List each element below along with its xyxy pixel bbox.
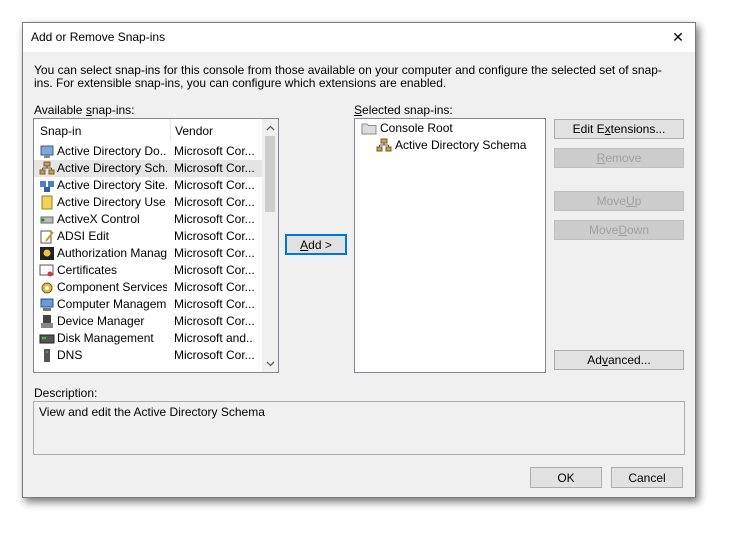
window-title: Add or Remove Snap-ins (31, 30, 166, 44)
snapin-vendor: Microsoft Cor... (174, 161, 254, 175)
list-item[interactable]: Active Directory Use... Microsoft Cor... (34, 194, 262, 211)
device-manager-icon (41, 315, 53, 328)
dns-icon (44, 349, 50, 362)
computer-management-icon (40, 298, 54, 311)
snapin-vendor: Microsoft Cor... (174, 144, 254, 158)
snapin-name: DNS (57, 348, 83, 362)
chevron-up-icon (266, 125, 274, 130)
list-item[interactable]: DNS Microsoft Cor... (34, 347, 262, 364)
list-item[interactable]: Active Directory Do... Microsoft Cor... (34, 143, 262, 160)
move-down-button[interactable]: Move Down (554, 220, 684, 240)
disk-management-icon (39, 334, 55, 344)
available-snapins-list[interactable]: Snap-in Vendor Active Directory Do... Mic… (33, 118, 279, 373)
ad-schema-icon (39, 161, 55, 175)
snapin-name: Device Manager (57, 314, 145, 328)
selected-snapins-label: Selected snap-ins: (354, 103, 453, 117)
list-item[interactable]: ADSI Edit Microsoft Cor... (34, 228, 262, 245)
ad-domains-icon (40, 145, 54, 158)
scroll-thumb[interactable] (265, 136, 275, 212)
list-item[interactable]: Component Services Microsoft Cor... (34, 279, 262, 296)
scroll-up-button[interactable] (262, 119, 278, 136)
close-button[interactable]: ✕ (661, 23, 695, 52)
component-services-icon (41, 282, 53, 294)
edit-extensions-button[interactable]: Edit Ex tensions... (554, 119, 684, 139)
description-box: View and edit the Active Directory Schem… (33, 401, 685, 455)
move-up-button[interactable]: Move Up (554, 191, 684, 211)
snapin-vendor: Microsoft Cor... (174, 314, 254, 328)
list-item[interactable]: Device Manager Microsoft Cor... (34, 313, 262, 330)
list-item[interactable]: Authorization Manager Microsoft Cor... (34, 245, 262, 262)
snapin-vendor: Microsoft Cor... (174, 348, 254, 362)
available-snapins-label: Available snap-ins: (34, 103, 135, 117)
snapin-vendor: Microsoft Cor... (174, 263, 254, 277)
list-item[interactable]: Computer Managem... Microsoft Cor... (34, 296, 262, 313)
list-item[interactable]: ActiveX Control Microsoft Cor... (34, 211, 262, 228)
list-item[interactable]: Active Directory Sch... Microsoft Cor... (34, 160, 262, 177)
authorization-icon (40, 247, 54, 260)
remove-button[interactable]: Remove (554, 148, 684, 168)
chevron-down-icon (266, 361, 274, 366)
list-item[interactable]: Active Directory Site... Microsoft Cor... (34, 177, 262, 194)
list-item[interactable]: Disk Management Microsoft and... (34, 330, 262, 347)
snapin-name: Active Directory Do... (57, 144, 167, 158)
list-item[interactable]: Certificates Microsoft Cor... (34, 262, 262, 279)
activex-icon (40, 216, 54, 224)
snapin-vendor: Microsoft Cor... (174, 212, 254, 226)
scroll-down-button[interactable] (262, 355, 278, 372)
snapin-name: ADSI Edit (57, 229, 110, 243)
snapins-dialog: Add or Remove Snap-ins ✕ You can select … (22, 22, 696, 498)
description-text: View and edit the Active Directory Schem… (39, 405, 265, 419)
snapin-name: ActiveX Control (57, 212, 140, 226)
snapin-vendor: Microsoft Cor... (174, 297, 254, 311)
snapin-name: Computer Managem... (57, 297, 167, 311)
snapin-name: Authorization Manager (57, 246, 167, 260)
snapin-name: Active Directory Use... (57, 195, 167, 209)
advanced-button[interactable]: Ad v anced... (554, 350, 684, 370)
column-header-vendor[interactable]: Vendor (175, 119, 213, 142)
list-scrollbar[interactable] (262, 119, 278, 372)
snapin-name: Active Directory Sch... (57, 161, 167, 175)
close-icon: ✕ (672, 29, 684, 45)
snapin-vendor: Microsoft Cor... (174, 246, 254, 260)
ok-button[interactable]: OK (530, 467, 602, 488)
snapin-vendor: Microsoft Cor... (174, 229, 254, 243)
snapin-name: Disk Management (57, 331, 154, 345)
title-bar: Add or Remove Snap-ins ✕ (23, 23, 695, 52)
intro-text: You can select snap-ins for this console… (34, 63, 662, 90)
ad-sites-icon (40, 181, 54, 192)
cancel-button[interactable]: Cancel (611, 467, 683, 488)
ad-schema-icon (376, 138, 392, 152)
certificates-icon (39, 264, 54, 277)
snapin-name: Active Directory Site... (57, 178, 167, 192)
adsi-edit-icon (40, 230, 54, 244)
description-label: Description: (34, 386, 98, 400)
folder-icon (361, 123, 377, 135)
snapin-vendor: Microsoft Cor... (174, 280, 254, 294)
ad-users-icon (41, 195, 53, 210)
snapin-vendor: Microsoft Cor... (174, 178, 254, 192)
snapin-name: Certificates (57, 263, 118, 277)
snapin-vendor: Microsoft Cor... (174, 195, 254, 209)
snapin-name: Component Services (57, 280, 167, 294)
snapin-vendor: Microsoft and... (174, 331, 254, 345)
column-header-snapin[interactable]: Snap-in (40, 119, 81, 142)
column-divider[interactable] (170, 119, 171, 141)
add-button[interactable]: Add > (285, 234, 347, 255)
selected-snapins-tree[interactable]: Console Root Active Directory Schema (354, 118, 546, 373)
